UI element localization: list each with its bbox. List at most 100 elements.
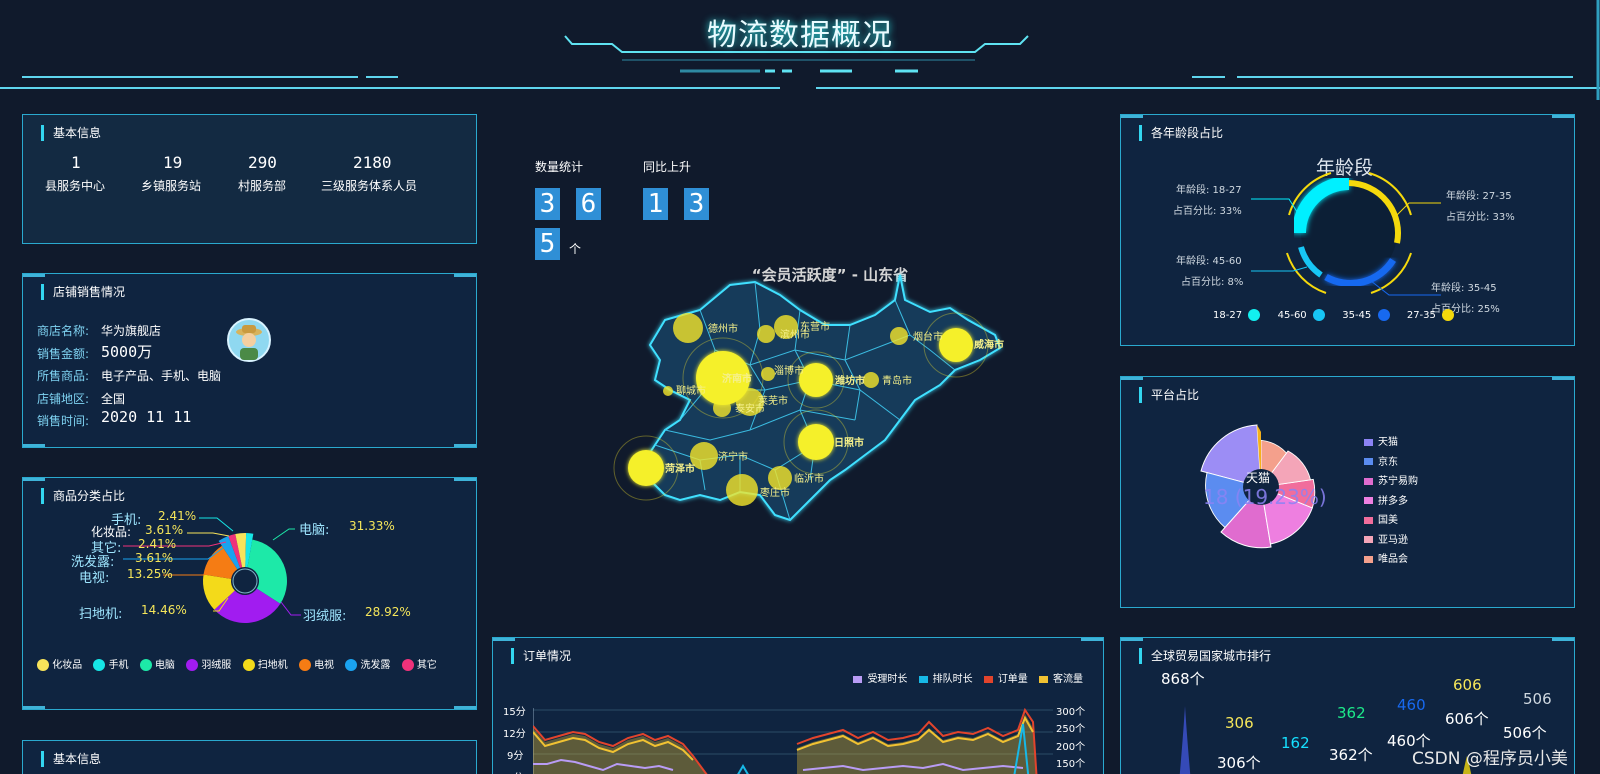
- count-label: 数量统计: [535, 160, 584, 174]
- orders-line-chart: [533, 708, 1053, 774]
- legend-item[interactable]: 国美: [1364, 511, 1418, 531]
- store-label: 销售时间:: [37, 414, 90, 428]
- legend-item[interactable]: 电视: [298, 659, 334, 671]
- category-pct: 2.41%: [138, 537, 177, 551]
- city-label: 临沂市: [794, 472, 824, 485]
- city-label: 威海市: [974, 338, 1004, 351]
- category-pct: 14.46%: [141, 603, 187, 617]
- trade-label: 162: [1281, 734, 1310, 752]
- legend-item[interactable]: 洗发露: [345, 659, 390, 671]
- trade-label: 868个: [1161, 670, 1205, 688]
- basic-info-title: 基本信息: [41, 125, 101, 141]
- platform-legend: 天猫 京东 苏宁易购 拼多多 国美 亚马逊 唯品会: [1364, 433, 1418, 570]
- category-pct: 31.33%: [349, 519, 395, 533]
- age-callout: 年龄段: 35-45: [1431, 283, 1497, 294]
- category-pct: 2.41%: [158, 509, 197, 523]
- legend-item[interactable]: 排队时长: [918, 674, 973, 685]
- category-label: 羽绒服:: [303, 609, 347, 624]
- store-label: 所售商品:: [37, 369, 90, 383]
- store-label: 店铺地区:: [37, 392, 90, 406]
- stat-value: 290: [248, 153, 277, 172]
- store-sales-title: 店铺销售情况: [41, 284, 125, 300]
- legend-item[interactable]: 天猫: [1364, 433, 1418, 453]
- trade-label: 606: [1453, 676, 1482, 694]
- legend-item[interactable]: 45-60: [1278, 309, 1326, 321]
- city-label: 枣庄市: [760, 486, 790, 499]
- legend-item[interactable]: 手机: [93, 659, 129, 671]
- trade-label: 362: [1337, 704, 1366, 722]
- count-digit: 5: [535, 228, 560, 260]
- legend-item[interactable]: 扫地机: [242, 659, 288, 671]
- legend-item[interactable]: 苏宁易购: [1364, 472, 1418, 492]
- header-decoration: [0, 0, 1600, 100]
- legend-item[interactable]: 唯品会: [1364, 550, 1418, 570]
- trade-label: 306个: [1217, 754, 1261, 772]
- store-value: 2020 11 11: [101, 408, 192, 426]
- age-callout: 占百分比: 33%: [1173, 206, 1242, 217]
- age-callout: 年龄段: 45-60: [1176, 256, 1242, 267]
- store-sales-panel: 店铺销售情况 商店名称: 华为旗舰店 销售金额: 5000万 所售商品: 电子产…: [22, 273, 477, 448]
- yoy-label: 同比上升: [643, 160, 692, 174]
- category-label: 电脑:: [299, 523, 330, 538]
- avatar: [227, 318, 271, 362]
- y-right-tick: 150个: [1056, 759, 1086, 770]
- y-left-tick: 9分: [507, 751, 524, 762]
- stat-value: 19: [163, 153, 183, 172]
- legend-item[interactable]: 拼多多: [1364, 492, 1418, 512]
- trade-label: 460: [1397, 696, 1426, 714]
- orders-panel: 订单情况 受理时长 排队时长 订单量 客流量 15分 12分 9分 6分 300…: [492, 637, 1104, 774]
- platform-center-value: 18 (19.23%): [1203, 485, 1327, 509]
- basic-info-panel: 基本信息 1 县服务中心 19 乡镇服务站 290 村服务部 2180 三级服务…: [22, 114, 477, 244]
- city-label: 日照市: [834, 436, 864, 449]
- y-right-tick: 250个: [1056, 724, 1086, 735]
- age-callout: 占百分比: 8%: [1181, 277, 1244, 288]
- city-label: 淄博市: [774, 364, 804, 377]
- legend-item[interactable]: 羽绒服: [186, 659, 231, 671]
- city-label: 菏泽市: [665, 462, 695, 475]
- age-panel: 各年龄段占比 年龄段 年龄段: 18-27 占百分比: 33% 年龄段: 27-…: [1120, 114, 1575, 346]
- platform-center-label: 天猫: [1246, 471, 1271, 485]
- trade-label: 606个: [1445, 710, 1489, 728]
- yoy-digit: 1: [643, 188, 668, 220]
- legend-item[interactable]: 电脑: [139, 659, 175, 671]
- trade-label: 506个: [1503, 724, 1547, 742]
- count-digit: 3: [535, 188, 560, 220]
- legend-item[interactable]: 京东: [1364, 453, 1418, 473]
- legend-item[interactable]: 18-27: [1213, 309, 1261, 321]
- legend-item[interactable]: 其它: [401, 659, 437, 671]
- orders-title: 订单情况: [511, 648, 571, 664]
- legend-item[interactable]: 订单量: [983, 674, 1028, 685]
- legend-item[interactable]: 27-35: [1407, 309, 1455, 321]
- y-left-tick: 15分: [503, 707, 526, 718]
- city-label: 济宁市: [718, 450, 748, 463]
- store-label: 销售金额:: [37, 347, 90, 361]
- age-callout: 年龄段: 18-27: [1176, 185, 1242, 196]
- stat-label: 县服务中心: [45, 179, 106, 193]
- category-panel: 商品分类占比 手机: 2.41% 化妆品: 3.61% 其它: 2.41% 洗发…: [22, 477, 477, 710]
- city-label: 聊城市: [676, 384, 706, 397]
- store-value: 5000万: [101, 343, 153, 361]
- y-left-tick: 12分: [503, 729, 526, 740]
- stat-value: 1: [71, 153, 81, 172]
- store-label: 商店名称:: [37, 324, 90, 338]
- basic-info-title-2: 基本信息: [41, 751, 101, 767]
- store-value: 华为旗舰店: [101, 324, 162, 338]
- legend-item[interactable]: 亚马逊: [1364, 531, 1418, 551]
- stat-label: 三级服务体系人员: [321, 179, 418, 193]
- shandong-map[interactable]: 德州市 东营市 滨州市 烟台市 威海市 济南市 淄博市 潍坊市 青岛市 聊城市 …: [610, 270, 1030, 540]
- y-left-tick: 6分: [507, 769, 523, 774]
- count-digit: 6: [576, 188, 601, 220]
- platform-panel: 平台占比 天猫 18 (19.23%) 天猫 京东 苏宁易购 拼多多 国美 亚马…: [1120, 376, 1575, 608]
- legend-item[interactable]: 35-45: [1342, 309, 1390, 321]
- city-label: 德州市: [708, 322, 738, 335]
- legend-item[interactable]: 受理时长: [853, 674, 907, 685]
- trade-label: 306: [1225, 714, 1254, 732]
- stat-value: 2180: [353, 153, 392, 172]
- count-unit: 个: [569, 242, 582, 256]
- legend-item[interactable]: 客流量: [1039, 674, 1083, 685]
- platform-rose-chart: [1200, 424, 1316, 549]
- category-label: 电视:: [79, 571, 110, 586]
- city-label: 青岛市: [882, 374, 912, 387]
- legend-item[interactable]: 化妆品: [37, 659, 82, 671]
- category-pct: 28.92%: [365, 605, 411, 619]
